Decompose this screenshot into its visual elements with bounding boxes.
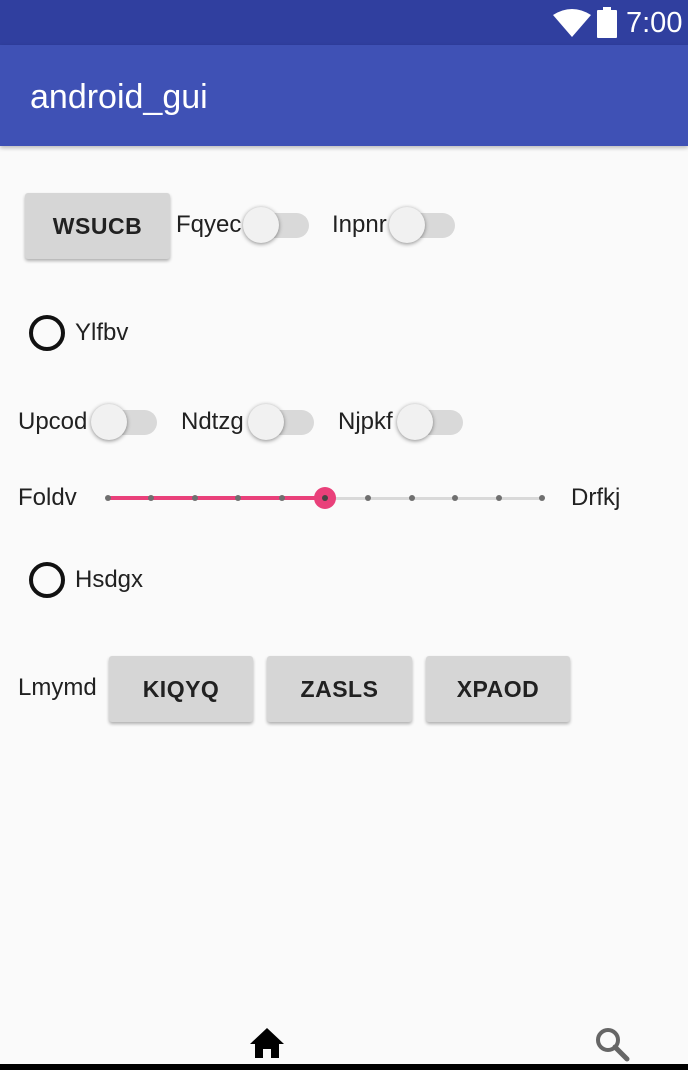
battery-icon [597, 7, 617, 38]
status-time: 7:00 [626, 7, 683, 39]
switch-njpkf[interactable] [397, 402, 463, 442]
slider-tick [191, 495, 198, 501]
home-icon[interactable] [249, 1027, 285, 1059]
radio-hsdgx[interactable] [29, 562, 65, 598]
slider-left-label: Foldv [18, 484, 77, 511]
slider-fill [108, 496, 325, 500]
slider-tick [235, 495, 242, 501]
switch-thumb [91, 404, 127, 440]
slider-thumb[interactable] [314, 487, 336, 509]
slider-tick [105, 495, 111, 501]
switch-upcod[interactable] [91, 402, 157, 442]
slider-right-label: Drfkj [571, 484, 621, 511]
row-label-lmymd: Lmymd [18, 674, 97, 701]
switch-thumb [248, 404, 284, 440]
switch-label-njpkf: Njpkf [338, 408, 393, 435]
radio-label-ylfbv[interactable]: Ylfbv [75, 319, 128, 347]
xpaod-button[interactable]: XPAOD [426, 656, 570, 722]
slider-tick [408, 495, 415, 501]
status-bar: 7:00 [0, 0, 688, 45]
slider-tick [278, 495, 285, 501]
navigation-bar-edge [0, 1064, 688, 1070]
switch-label-upcod: Upcod [18, 408, 88, 435]
app-title: android_gui [30, 78, 208, 116]
switch-thumb [397, 404, 433, 440]
switch-fqyec[interactable] [243, 205, 309, 245]
slider-tick [365, 495, 372, 501]
wifi-icon [553, 9, 591, 37]
switch-label-fqyec: Fqyec [176, 211, 242, 238]
switch-inpnr[interactable] [389, 205, 455, 245]
zasls-button[interactable]: ZASLS [267, 656, 412, 722]
switch-thumb [243, 207, 279, 243]
slider-tick [495, 495, 502, 501]
discrete-slider[interactable] [96, 478, 556, 518]
radio-ylfbv[interactable] [29, 315, 65, 351]
switch-label-inpnr: Inpnr [332, 211, 387, 238]
slider-tick [452, 495, 459, 501]
switch-ndtzg[interactable] [248, 402, 314, 442]
switch-label-ndtzg: Ndtzg [181, 408, 244, 435]
switch-thumb [389, 207, 425, 243]
slider-tick [148, 495, 155, 501]
screen: 7:00 android_gui WSUCB Fqyec Inpnr Ylfbv… [0, 0, 688, 1070]
wsucb-button[interactable]: WSUCB [25, 193, 170, 259]
app-bar: android_gui [0, 45, 688, 146]
slider-tick [539, 495, 545, 501]
search-icon[interactable] [594, 1026, 630, 1062]
radio-label-hsdgx[interactable]: Hsdgx [75, 566, 143, 594]
kiqyq-button[interactable]: KIQYQ [109, 656, 253, 722]
